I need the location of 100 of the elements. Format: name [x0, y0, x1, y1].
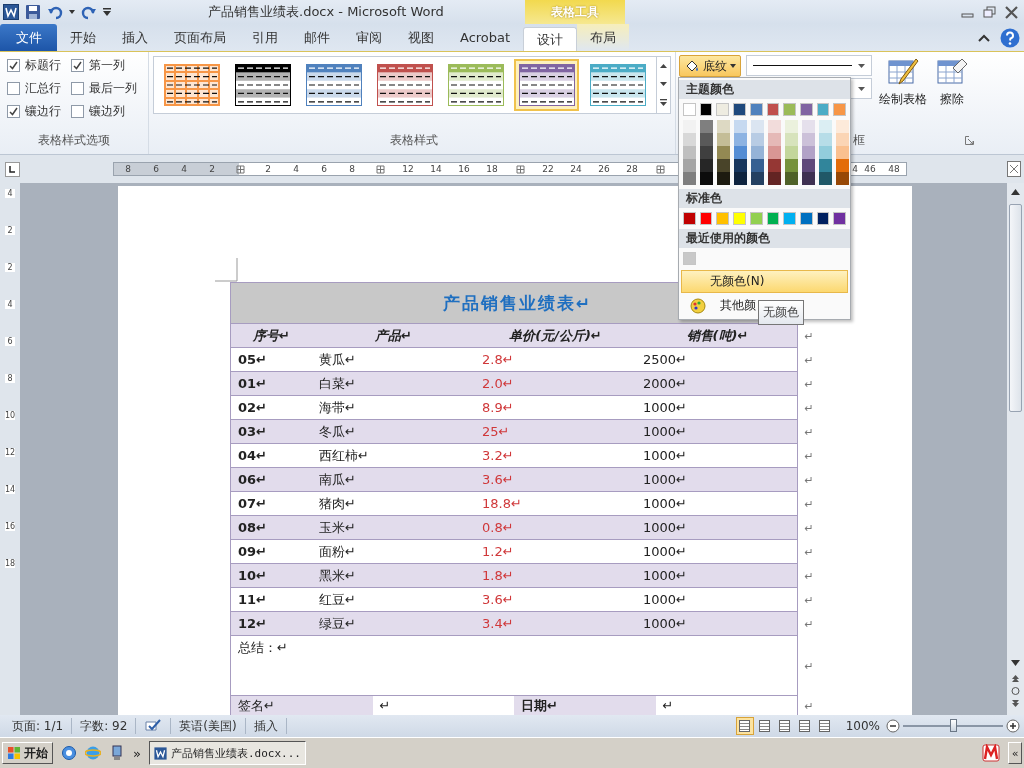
browser-icon[interactable] — [61, 745, 77, 761]
ribbon-tab[interactable]: 邮件 — [291, 24, 343, 51]
color-swatch[interactable] — [785, 146, 798, 159]
ribbon-tab[interactable]: 设计 — [523, 27, 578, 51]
ribbon-tab[interactable]: 插入 — [109, 24, 161, 51]
zoom-out-icon[interactable] — [886, 719, 900, 733]
save-icon[interactable] — [25, 4, 41, 20]
color-swatch[interactable] — [717, 120, 730, 133]
shading-button[interactable]: 底纹 — [679, 55, 741, 77]
eraser-button[interactable]: 擦除 — [934, 55, 970, 110]
checkbox-option[interactable]: 标题行 — [7, 57, 71, 74]
color-swatch[interactable] — [816, 103, 830, 116]
color-swatch[interactable] — [683, 172, 696, 185]
color-swatch[interactable] — [802, 133, 815, 146]
start-button[interactable]: 开始 — [2, 742, 53, 764]
color-swatch[interactable] — [785, 159, 798, 172]
zoom-level-text[interactable]: 100% — [845, 719, 880, 733]
proofing-icon[interactable] — [144, 719, 163, 733]
color-swatch[interactable] — [734, 146, 747, 159]
color-swatch[interactable] — [717, 159, 730, 172]
color-swatch[interactable] — [683, 103, 696, 116]
browse-object-icon[interactable] — [1008, 685, 1023, 697]
checkbox-option[interactable]: 最后一列 — [71, 80, 148, 97]
color-swatch[interactable] — [683, 252, 696, 265]
tray-app-icon[interactable] — [982, 744, 1000, 762]
color-swatch[interactable] — [768, 133, 781, 146]
color-swatch[interactable] — [734, 159, 747, 172]
color-swatch[interactable] — [717, 172, 730, 185]
color-swatch[interactable] — [751, 146, 764, 159]
color-swatch[interactable] — [819, 146, 832, 159]
color-swatch[interactable] — [799, 212, 813, 225]
color-swatch[interactable] — [716, 103, 730, 116]
ribbon-tab[interactable]: 视图 — [395, 24, 447, 51]
ribbon-tab[interactable]: 引用 — [239, 24, 291, 51]
tray-toggle-button[interactable]: « — [1008, 742, 1022, 764]
color-swatch[interactable] — [802, 172, 815, 185]
color-swatch[interactable] — [785, 120, 798, 133]
color-swatch[interactable] — [683, 146, 696, 159]
color-swatch[interactable] — [749, 103, 763, 116]
color-swatch[interactable] — [683, 159, 696, 172]
color-swatch[interactable] — [819, 133, 832, 146]
zoom-in-icon[interactable] — [1006, 719, 1020, 733]
checkbox-option[interactable]: 镶边行 — [7, 103, 71, 120]
color-swatch[interactable] — [751, 120, 764, 133]
color-swatch[interactable] — [802, 120, 815, 133]
checkbox-option[interactable]: 镶边列 — [71, 103, 148, 120]
color-swatch[interactable] — [699, 212, 713, 225]
color-swatch[interactable] — [699, 103, 713, 116]
color-swatch[interactable] — [783, 212, 796, 225]
color-swatch[interactable] — [819, 172, 832, 185]
color-swatch[interactable] — [836, 159, 849, 172]
checkbox-option[interactable]: 第一列 — [71, 57, 148, 74]
color-swatch[interactable] — [751, 133, 764, 146]
ribbon-tab[interactable]: 页面布局 — [161, 24, 239, 51]
column-marker-icon[interactable] — [515, 164, 525, 174]
column-marker-icon[interactable] — [375, 164, 385, 174]
color-swatch[interactable] — [768, 159, 781, 172]
color-swatch[interactable] — [751, 159, 764, 172]
color-swatch[interactable] — [717, 146, 730, 159]
undo-icon[interactable] — [47, 4, 63, 20]
color-swatch[interactable] — [766, 103, 780, 116]
collapse-ribbon-icon[interactable] — [978, 33, 990, 42]
help-icon[interactable] — [1000, 27, 1020, 48]
word-app-icon[interactable] — [3, 4, 19, 20]
redo-icon[interactable] — [81, 4, 97, 20]
checkbox-option[interactable]: 汇总行 — [7, 80, 71, 97]
table-style-thumbnail[interactable] — [514, 59, 580, 111]
scroll-thumb[interactable] — [1009, 204, 1022, 412]
color-swatch[interactable] — [802, 146, 815, 159]
color-swatch[interactable] — [768, 172, 781, 185]
color-swatch[interactable] — [802, 159, 815, 172]
color-swatch[interactable] — [768, 146, 781, 159]
color-swatch[interactable] — [819, 120, 832, 133]
color-swatch[interactable] — [717, 133, 730, 146]
color-swatch[interactable] — [700, 146, 713, 159]
color-swatch[interactable] — [799, 103, 813, 116]
color-swatch[interactable] — [733, 212, 746, 225]
taskbar-button[interactable]: 产品销售业绩表.docx... — [148, 741, 306, 765]
column-marker-icon[interactable] — [235, 164, 245, 174]
color-swatch[interactable] — [785, 172, 798, 185]
view-button[interactable] — [735, 717, 754, 735]
language-text[interactable]: 英语(美国) — [171, 718, 246, 734]
draw-table-button[interactable]: 绘制表格 — [877, 55, 929, 110]
color-swatch[interactable] — [683, 133, 696, 146]
color-swatch[interactable] — [783, 103, 796, 116]
more-text[interactable]: » — [133, 745, 141, 761]
color-swatch[interactable] — [751, 172, 764, 185]
color-swatch[interactable] — [766, 212, 780, 225]
ribbon-tab[interactable]: 审阅 — [343, 24, 395, 51]
color-swatch[interactable] — [785, 133, 798, 146]
color-swatch[interactable] — [836, 133, 849, 146]
color-swatch[interactable] — [733, 103, 746, 116]
color-swatch[interactable] — [716, 212, 730, 225]
customize-icon[interactable] — [103, 8, 111, 16]
tab-stop-icon[interactable] — [5, 161, 20, 177]
file-tab[interactable]: 文件 — [0, 24, 57, 51]
color-swatch[interactable] — [836, 172, 849, 185]
color-swatch[interactable] — [734, 133, 747, 146]
color-swatch[interactable] — [700, 120, 713, 133]
color-swatch[interactable] — [816, 212, 830, 225]
